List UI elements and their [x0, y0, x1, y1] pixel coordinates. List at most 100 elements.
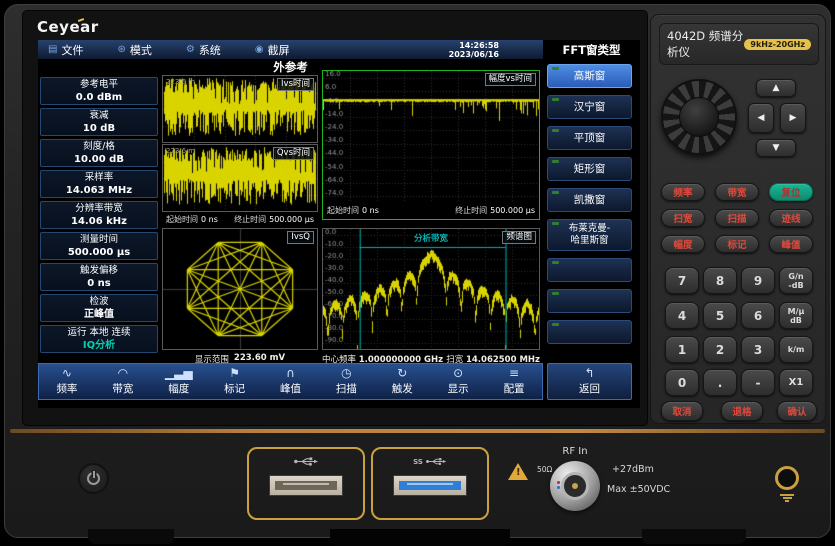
menu-item-screenshot[interactable]: ◉ 截屏: [255, 42, 290, 58]
key-8[interactable]: 8: [703, 267, 737, 294]
key-5[interactable]: 5: [703, 302, 737, 329]
param-meas-time[interactable]: 测量时间500.000 µs: [40, 232, 158, 260]
mode-icon: ⊛: [117, 44, 125, 55]
fft-window-empty-2[interactable]: [547, 289, 632, 313]
iq-plot-title: IvsQ: [287, 231, 314, 244]
q-plot-title: Qvs时间: [273, 147, 314, 160]
hardkey-frequency[interactable]: 频率: [661, 183, 705, 201]
key-6[interactable]: 6: [741, 302, 775, 329]
key-7[interactable]: 7: [665, 267, 699, 294]
toolbar-config[interactable]: ≡配置: [486, 364, 542, 399]
analysis-bandwidth-label: 分析带宽: [414, 232, 448, 244]
menu-item-file[interactable]: ▤ 文件: [48, 42, 83, 58]
hardkey-trace[interactable]: 迹线: [769, 209, 813, 227]
spectrum-trace: [323, 229, 539, 349]
arrow-down-key[interactable]: ▼: [756, 139, 796, 157]
key-3[interactable]: 3: [741, 336, 775, 363]
config-icon: ≡: [509, 367, 519, 380]
arrow-right-key[interactable]: ▶: [780, 103, 806, 133]
key-4[interactable]: 4: [665, 302, 699, 329]
max-voltage-label: Max ±50VDC: [607, 484, 670, 495]
screenshot-icon: ◉: [255, 44, 264, 55]
ground-icon: [779, 494, 795, 503]
fft-window-hanning[interactable]: 汉宁窗: [547, 95, 632, 119]
key-unit-kilo[interactable]: k/m: [779, 336, 813, 363]
hardkey-bandwidth[interactable]: 带宽: [715, 183, 759, 201]
key-cancel[interactable]: 取消: [661, 401, 703, 421]
key-confirm[interactable]: 确认: [777, 401, 817, 421]
plot-spectrum: 分析带宽 频谱图: [322, 228, 540, 350]
amp-plot-title: 幅度vs时间: [485, 73, 536, 86]
lcd-screen: ▤ 文件 ⊛ 模式 ⚙ 系统 ◉ 截屏 14:26:58 2023/06/16 …: [38, 40, 640, 408]
param-ref-level[interactable]: 参考电平0.0 dBm: [40, 77, 158, 105]
toolbar-amplitude[interactable]: ▁▃▅幅度: [151, 364, 207, 399]
toolbar-peak[interactable]: ∩峰值: [263, 364, 319, 399]
rotary-knob-center[interactable]: [679, 97, 719, 137]
menu-item-mode-label: 模式: [130, 42, 152, 58]
key-backspace[interactable]: 退格: [721, 401, 763, 421]
menu-item-mode[interactable]: ⊛ 模式: [117, 42, 151, 58]
fft-menu-header: FFT窗类型: [543, 40, 640, 59]
fft-window-blackman-harris[interactable]: 布莱克曼- 哈里斯窗: [547, 219, 632, 251]
param-run-status[interactable]: 运行 本地 连续IQ分析: [40, 325, 158, 353]
toolbar-frequency[interactable]: ∿频率: [39, 364, 95, 399]
toolbar-marker[interactable]: ⚑标记: [207, 364, 263, 399]
ground-terminal: [775, 466, 799, 490]
arrow-left-icon: ◀: [758, 113, 765, 123]
arrow-up-key[interactable]: ▲: [756, 79, 796, 97]
fft-window-gaussian[interactable]: 高斯窗: [547, 64, 632, 88]
usb3-ss-icon: SS: [413, 456, 447, 467]
hardkey-amplitude[interactable]: 幅度: [661, 235, 705, 253]
key-x1[interactable]: X1: [779, 369, 813, 396]
key-9[interactable]: 9: [741, 267, 775, 294]
hardkey-reset[interactable]: 复位: [769, 183, 813, 201]
frequency-icon: ∿: [62, 367, 72, 380]
param-attenuation[interactable]: 衰减10 dB: [40, 108, 158, 136]
usb3-port: [393, 475, 467, 496]
hardkey-sweep[interactable]: 扫描: [715, 209, 759, 227]
param-sample-rate[interactable]: 采样率14.063 MHz: [40, 170, 158, 198]
toolbar-display[interactable]: ⊙显示: [430, 364, 486, 399]
key-2[interactable]: 2: [703, 336, 737, 363]
key-0[interactable]: 0: [665, 369, 699, 396]
key-unit-giga[interactable]: G/n -dB: [779, 267, 813, 294]
back-button[interactable]: ↰ 返回: [547, 363, 632, 400]
fft-window-flattop[interactable]: 平顶窗: [547, 126, 632, 150]
toolbar-bandwidth[interactable]: ◠带宽: [95, 364, 151, 399]
clock: 14:26:58 2023/06/16: [449, 41, 499, 59]
q-scale-value: 223.6 m: [166, 147, 195, 155]
plot-i-vs-time: 223.6 m Ivs时间: [162, 75, 318, 143]
toolbar-sweep[interactable]: ◷扫描: [318, 364, 374, 399]
fft-window-empty-3[interactable]: [547, 320, 632, 344]
fft-window-rectangular[interactable]: 矩形窗: [547, 157, 632, 181]
param-rbw[interactable]: 分辨率带宽14.06 kHz: [40, 201, 158, 229]
arrow-left-key[interactable]: ◀: [748, 103, 774, 133]
arrow-up-icon: ▲: [773, 83, 780, 93]
fft-window-empty-1[interactable]: [547, 258, 632, 282]
key-minus[interactable]: -: [741, 369, 775, 396]
menu-item-screenshot-label: 截屏: [268, 42, 290, 58]
amp-time-axis-labels: 起始时间0 ns 终止时间500.000 µs: [323, 205, 539, 216]
param-scale-per-div[interactable]: 刻度/格10.00 dB: [40, 139, 158, 167]
display-icon: ⊙: [453, 367, 463, 380]
param-trigger-offset[interactable]: 触发偏移0 ns: [40, 263, 158, 291]
hardkey-peak[interactable]: 峰值: [769, 235, 813, 253]
spectrum-title: 频谱图: [502, 231, 536, 244]
param-detector[interactable]: 检波正峰值: [40, 294, 158, 322]
impedance-label: 50Ω: [537, 465, 552, 474]
key-unit-mega[interactable]: M/µ dB: [779, 302, 813, 329]
key-decimal[interactable]: .: [703, 369, 737, 396]
fft-window-kaiser[interactable]: 凯撒窗: [547, 188, 632, 212]
arrow-down-icon: ▼: [773, 143, 780, 153]
power-button[interactable]: [78, 463, 109, 494]
amplitude-trace: [323, 71, 539, 203]
hardkey-marker[interactable]: 标记: [715, 235, 759, 253]
toolbar-trigger[interactable]: ↻触发: [374, 364, 430, 399]
date-value: 2023/06/16: [449, 50, 499, 59]
key-1[interactable]: 1: [665, 336, 699, 363]
rf-input-connector: [550, 461, 600, 511]
menu-item-system[interactable]: ⚙ 系统: [186, 42, 221, 58]
device-foot-left: [88, 529, 174, 544]
model-plate: 4042D 频谱分析仪 9kHz-20GHz: [659, 23, 819, 65]
hardkey-span[interactable]: 扫宽: [661, 209, 705, 227]
